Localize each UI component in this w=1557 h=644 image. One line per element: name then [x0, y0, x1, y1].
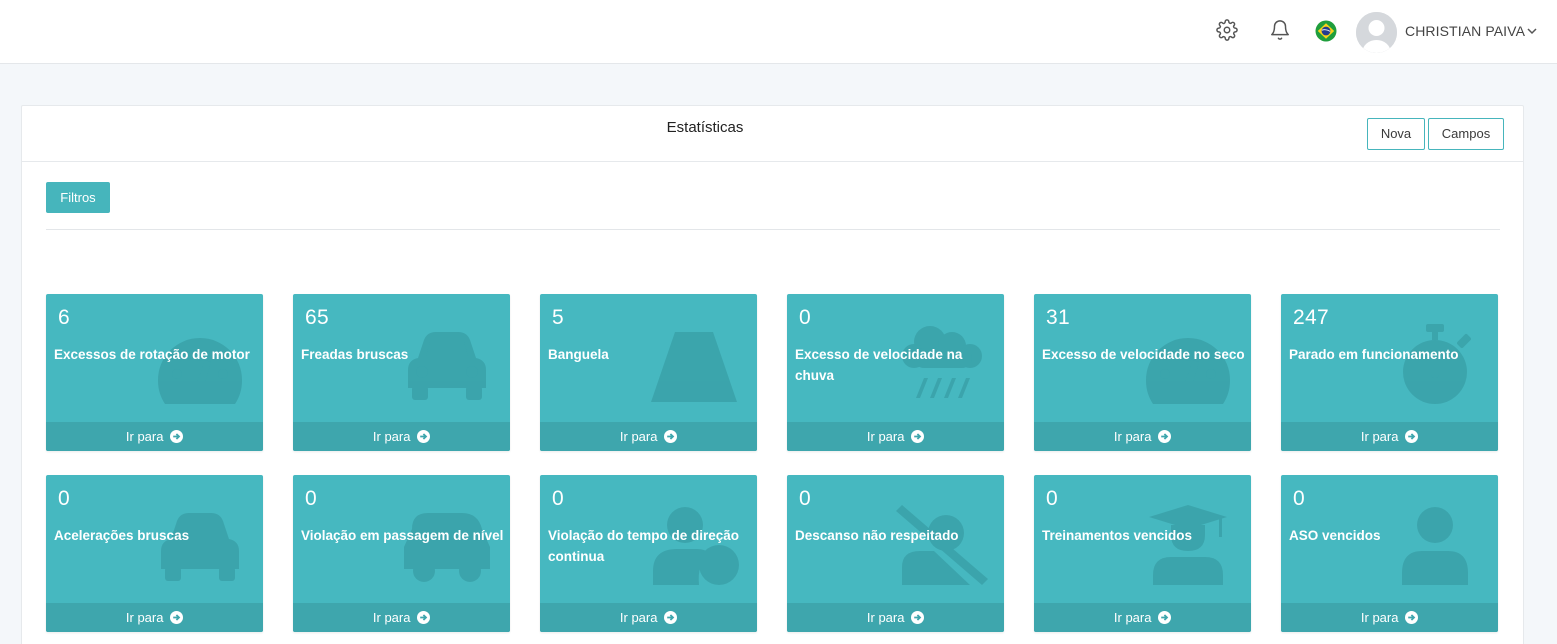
- card-value: 0: [1046, 487, 1058, 510]
- stat-card: 65 Freadas bruscas Ir para: [293, 294, 510, 451]
- divider: [46, 229, 1500, 230]
- go-to-link[interactable]: Ir para: [540, 422, 757, 451]
- card-value: 0: [305, 487, 317, 510]
- card-value: 0: [58, 487, 70, 510]
- go-to-link[interactable]: Ir para: [46, 422, 263, 451]
- stat-card: 31 Excesso de velocidade no seco Ir para: [1034, 294, 1251, 451]
- card-label: Violação do tempo de direção continua: [548, 528, 740, 564]
- go-to-link[interactable]: Ir para: [293, 422, 510, 451]
- go-to-link[interactable]: Ir para: [1034, 603, 1251, 632]
- card-value: 31: [1046, 306, 1070, 329]
- go-to-link[interactable]: Ir para: [293, 603, 510, 632]
- bell-icon[interactable]: [1269, 19, 1291, 41]
- settings-icon[interactable]: [1216, 19, 1238, 41]
- stat-card: 0 Acelerações bruscas Ir para: [46, 475, 263, 632]
- go-to-link[interactable]: Ir para: [1281, 422, 1498, 451]
- chevron-down-icon[interactable]: [1527, 27, 1537, 35]
- stat-card: 0 Excesso de velocidade na chuva Ir para: [787, 294, 1004, 451]
- statistics-panel: Estatísticas Nova Campos Filtros 6 Exces…: [21, 105, 1524, 644]
- brazil-flag-icon[interactable]: [1315, 20, 1337, 42]
- card-label: Acelerações bruscas: [54, 528, 190, 543]
- user-name[interactable]: CHRISTIAN PAIVA: [1405, 23, 1525, 39]
- card-label: Descanso não respeitado: [795, 528, 959, 543]
- card-label: ASO vencidos: [1289, 528, 1381, 543]
- stats-cards: 6 Excessos de rotação de motor Ir para 6…: [46, 294, 1500, 632]
- card-value: 65: [305, 306, 329, 329]
- new-button[interactable]: Nova: [1367, 118, 1425, 150]
- card-value: 0: [799, 487, 811, 510]
- arrow-circle-right-icon: [417, 611, 431, 624]
- stat-card: 5 Banguela Ir para: [540, 294, 757, 451]
- arrow-circle-right-icon: [911, 430, 925, 443]
- card-value: 6: [58, 306, 70, 329]
- arrow-circle-right-icon: [1405, 611, 1419, 624]
- arrow-circle-right-icon: [170, 430, 184, 443]
- stat-card: 0 Descanso não respeitado Ir para: [787, 475, 1004, 632]
- card-label: Parado em funcionamento: [1289, 347, 1459, 362]
- top-bar: CHRISTIAN PAIVA: [0, 0, 1557, 64]
- arrow-circle-right-icon: [417, 430, 431, 443]
- card-label: Excesso de velocidade no seco: [1042, 347, 1245, 362]
- go-to-link[interactable]: Ir para: [46, 603, 263, 632]
- arrow-circle-right-icon: [664, 430, 678, 443]
- go-to-link[interactable]: Ir para: [1034, 422, 1251, 451]
- filters-button[interactable]: Filtros: [46, 182, 110, 213]
- card-label: Freadas bruscas: [301, 347, 409, 362]
- card-value: 0: [799, 306, 811, 329]
- card-value: 0: [552, 487, 564, 510]
- card-value: 247: [1293, 306, 1329, 329]
- stat-card: 0 Treinamentos vencidos Ir para: [1034, 475, 1251, 632]
- go-to-link[interactable]: Ir para: [787, 603, 1004, 632]
- stat-card: 0 Violação em passagem de nível Ir para: [293, 475, 510, 632]
- stat-card: 247 Parado em funcionamento Ir para: [1281, 294, 1498, 451]
- card-label: Excesso de velocidade na chuva: [795, 347, 963, 383]
- stat-card: 0 Violação do tempo de direção continua …: [540, 475, 757, 632]
- arrow-circle-right-icon: [911, 611, 925, 624]
- arrow-circle-right-icon: [664, 611, 678, 624]
- arrow-circle-right-icon: [1405, 430, 1419, 443]
- card-value: 0: [1293, 487, 1305, 510]
- page-title: Estatísticas: [666, 119, 744, 136]
- card-value: 5: [552, 306, 564, 329]
- go-to-link[interactable]: Ir para: [540, 603, 757, 632]
- avatar[interactable]: [1356, 12, 1397, 53]
- go-to-link[interactable]: Ir para: [1281, 603, 1498, 632]
- arrow-circle-right-icon: [170, 611, 184, 624]
- card-label: Banguela: [548, 347, 609, 362]
- card-label: Treinamentos vencidos: [1042, 528, 1193, 543]
- stat-card: 6 Excessos de rotação de motor Ir para: [46, 294, 263, 451]
- fields-button[interactable]: Campos: [1428, 118, 1504, 150]
- card-label: Violação em passagem de nível: [301, 528, 504, 543]
- stat-card: 0 ASO vencidos Ir para: [1281, 475, 1498, 632]
- card-label: Excessos de rotação de motor: [54, 347, 250, 362]
- arrow-circle-right-icon: [1158, 430, 1172, 443]
- arrow-circle-right-icon: [1158, 611, 1172, 624]
- go-to-link[interactable]: Ir para: [787, 422, 1004, 451]
- panel-header: Estatísticas Nova Campos: [22, 106, 1523, 162]
